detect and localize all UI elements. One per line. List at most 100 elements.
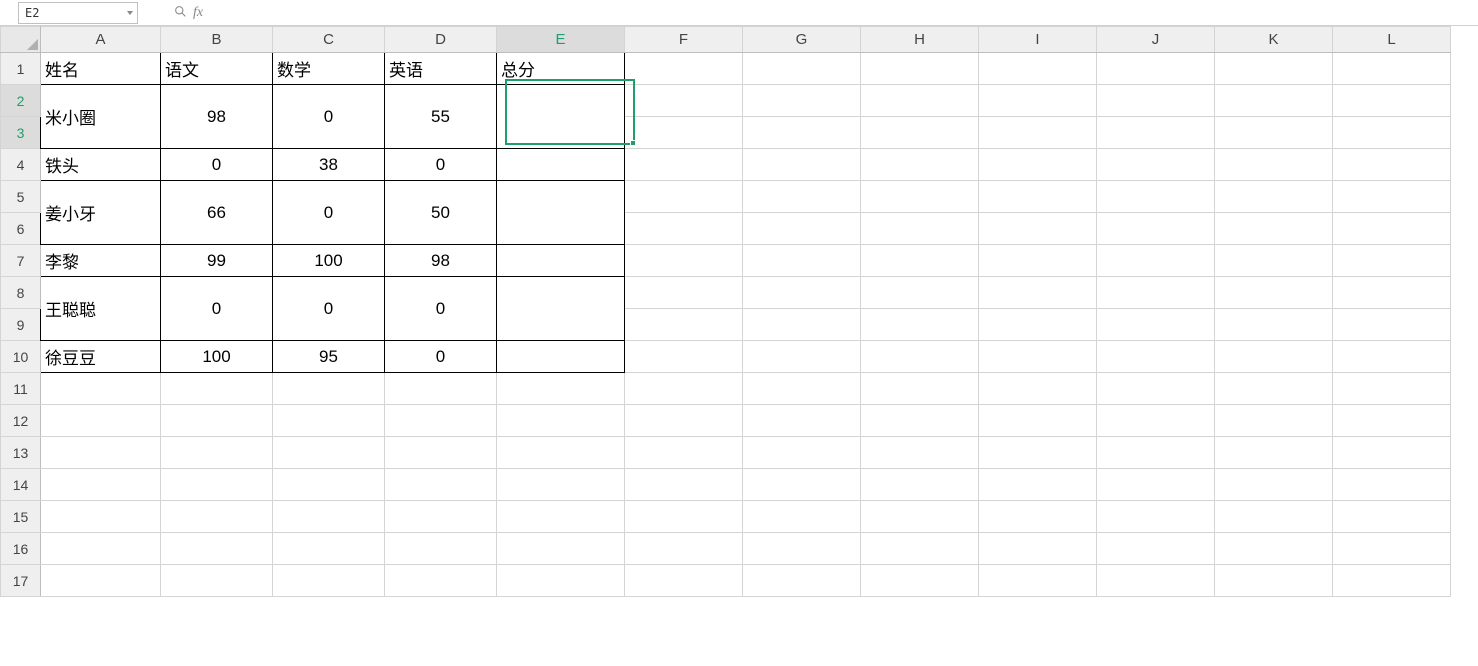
cell[interactable] [743,309,861,341]
cell[interactable] [979,245,1097,277]
cell[interactable] [861,245,979,277]
cell[interactable] [1215,469,1333,501]
cell[interactable] [161,437,273,469]
header-cell[interactable]: 语文 [161,53,273,85]
score-cell[interactable]: 0 [161,149,273,181]
cell[interactable] [497,469,625,501]
column-header-E[interactable]: E [497,27,625,53]
cell[interactable] [1333,533,1451,565]
score-cell[interactable] [497,277,625,341]
cell[interactable] [743,277,861,309]
cell[interactable] [1333,501,1451,533]
cell[interactable] [979,469,1097,501]
row-header-2[interactable]: 2 [1,85,41,117]
cell[interactable] [979,533,1097,565]
row-header-11[interactable]: 11 [1,373,41,405]
cell[interactable] [1333,85,1451,117]
header-cell[interactable]: 姓名 [41,53,161,85]
cell[interactable] [625,341,743,373]
row-header-5[interactable]: 5 [1,181,41,213]
cell[interactable] [1333,213,1451,245]
cell[interactable] [1097,565,1215,597]
cell[interactable] [1215,277,1333,309]
cell[interactable] [1097,373,1215,405]
cell[interactable] [979,213,1097,245]
cell[interactable] [1215,213,1333,245]
cell[interactable] [861,85,979,117]
cell[interactable] [1097,117,1215,149]
column-header-G[interactable]: G [743,27,861,53]
row-header-12[interactable]: 12 [1,405,41,437]
cell[interactable] [385,501,497,533]
cell[interactable] [1097,405,1215,437]
cell[interactable] [743,405,861,437]
cell[interactable] [273,533,385,565]
cell[interactable] [1333,437,1451,469]
student-name-cell[interactable]: 李黎 [41,245,161,277]
cell[interactable] [161,565,273,597]
cell[interactable] [41,437,161,469]
column-header-A[interactable]: A [41,27,161,53]
cell[interactable] [1097,85,1215,117]
score-cell[interactable] [497,149,625,181]
score-cell[interactable]: 55 [385,85,497,149]
cell[interactable] [273,469,385,501]
cell[interactable] [385,533,497,565]
cell[interactable] [1097,309,1215,341]
score-cell[interactable]: 0 [385,277,497,341]
score-cell[interactable]: 95 [273,341,385,373]
row-header-8[interactable]: 8 [1,277,41,309]
column-header-L[interactable]: L [1333,27,1451,53]
column-header-H[interactable]: H [861,27,979,53]
cell[interactable] [743,437,861,469]
cell[interactable] [161,405,273,437]
cell[interactable] [1333,245,1451,277]
cell[interactable] [273,501,385,533]
score-cell[interactable]: 100 [161,341,273,373]
cell[interactable] [861,277,979,309]
cell[interactable] [1097,437,1215,469]
row-header-15[interactable]: 15 [1,501,41,533]
cell[interactable] [1333,117,1451,149]
cell[interactable] [625,469,743,501]
cell[interactable] [161,501,273,533]
cell[interactable] [625,53,743,85]
cell[interactable] [385,565,497,597]
cell[interactable] [743,469,861,501]
score-cell[interactable]: 0 [161,277,273,341]
score-cell[interactable]: 0 [273,85,385,149]
cell[interactable] [385,437,497,469]
cell[interactable] [1097,277,1215,309]
cell[interactable] [1215,117,1333,149]
cell[interactable] [625,501,743,533]
cell[interactable] [743,149,861,181]
cell[interactable] [743,501,861,533]
cell[interactable] [497,373,625,405]
cell[interactable] [497,437,625,469]
cell[interactable] [1333,277,1451,309]
select-all-corner[interactable] [1,27,41,53]
row-header-14[interactable]: 14 [1,469,41,501]
cell[interactable] [861,117,979,149]
score-cell[interactable]: 98 [161,85,273,149]
student-name-cell[interactable]: 米小圈 [41,85,161,149]
cell[interactable] [979,373,1097,405]
cell[interactable] [1215,437,1333,469]
cell[interactable] [497,565,625,597]
cell[interactable] [743,117,861,149]
cell[interactable] [861,533,979,565]
cell[interactable] [1333,149,1451,181]
cell[interactable] [1333,565,1451,597]
cell[interactable] [41,501,161,533]
cell[interactable] [979,565,1097,597]
cell[interactable] [743,245,861,277]
column-header-F[interactable]: F [625,27,743,53]
cell[interactable] [861,309,979,341]
row-header-10[interactable]: 10 [1,341,41,373]
cell[interactable] [1215,85,1333,117]
cell[interactable] [743,53,861,85]
row-header-1[interactable]: 1 [1,53,41,85]
cell[interactable] [385,405,497,437]
cell[interactable] [1097,181,1215,213]
cell[interactable] [743,533,861,565]
